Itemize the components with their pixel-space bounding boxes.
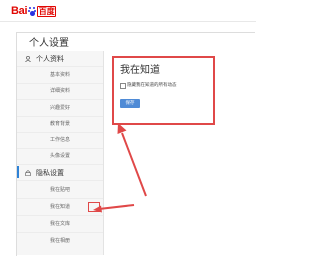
annotation-highlight-box [88,202,100,212]
divider [17,164,103,165]
baidu-logo[interactable]: Bai 百度 [11,5,57,17]
sidebar-section-privacy[interactable]: 隐私设置 [17,166,103,180]
hide-activity-checkbox[interactable] [120,83,126,89]
divider [17,116,103,117]
popup-title: 我在知道 [120,65,160,76]
divider [17,83,103,84]
sidebar-item-education[interactable]: 教育背景 [17,120,103,128]
save-button[interactable]: 保存 [120,99,140,108]
sidebar-item-avatar[interactable]: 头像设置 [17,152,103,160]
sidebar-item-wenku[interactable]: 我在文库 [17,220,103,228]
sidebar-item-basic[interactable]: 基本资料 [17,71,103,79]
sidebar-item-detail[interactable]: 详细资料 [17,87,103,95]
page-title: 个人设置 [29,38,69,49]
sidebar-item-interest[interactable]: 兴趣爱好 [17,104,103,112]
paw-icon [27,6,37,16]
divider [17,198,103,199]
zhidao-settings-box: 我在知道 隐藏我在知道的所有动态 保存 [112,56,215,125]
divider [17,232,103,233]
divider [17,148,103,149]
sidebar-item-tieba[interactable]: 我在贴吧 [17,186,103,194]
divider [17,132,103,133]
sidebar-section-label: 个人资料 [36,55,64,63]
sidebar-section-profile[interactable]: 个人资料 [17,52,103,66]
header-divider [0,21,256,22]
sidebar-item-album[interactable]: 我在相册 [17,237,103,245]
logo-du: 百度 [37,5,57,17]
divider [17,66,103,67]
logo-text: Bai [11,5,28,17]
divider [17,215,103,216]
divider [17,180,103,181]
lock-icon [25,170,31,177]
hide-activity-label: 隐藏我在知道的所有动态 [127,83,177,88]
sidebar-section-label: 隐私设置 [36,169,64,177]
sidebar-item-work[interactable]: 工作信息 [17,136,103,144]
divider [17,99,103,100]
user-icon [25,55,31,63]
